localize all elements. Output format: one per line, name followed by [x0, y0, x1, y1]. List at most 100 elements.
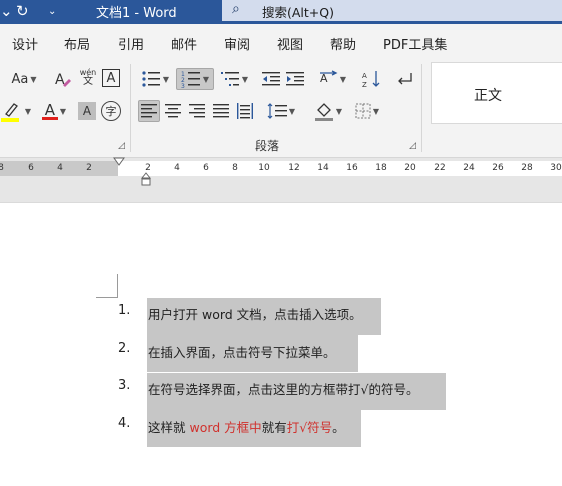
text-run-red: word 方框中 — [189, 420, 262, 435]
character-border-button[interactable]: A — [102, 69, 120, 87]
clear-formatting-button[interactable]: A — [52, 68, 74, 90]
highlight-button[interactable]: ▼ — [0, 100, 32, 122]
svg-text:Z: Z — [362, 81, 367, 88]
shading-button[interactable]: ▼ — [310, 100, 346, 122]
tab-design[interactable]: 设计 — [12, 34, 38, 53]
align-left-icon — [141, 104, 157, 118]
ribbon-separator — [130, 64, 131, 152]
ruler-number: 24 — [463, 163, 475, 173]
line-spacing-button[interactable]: ▼ — [264, 100, 298, 122]
menu-arrow-icon[interactable]: ⌄ — [0, 2, 13, 20]
phonetic-guide-bottom: 文 — [83, 76, 93, 87]
align-right-button[interactable] — [186, 100, 208, 122]
ruler-number: 16 — [346, 163, 358, 173]
sort-icon: A Z — [362, 71, 380, 88]
phonetic-guide-button[interactable]: wén 文 — [78, 66, 98, 88]
show-marks-button[interactable] — [392, 68, 416, 90]
list-number: 1. — [118, 303, 131, 318]
ruler-number: 28 — [521, 163, 533, 173]
font-dialog-launcher-icon[interactable]: ◿ — [118, 141, 125, 151]
tab-review[interactable]: 审阅 — [224, 34, 250, 53]
clear-formatting-icon: A — [55, 72, 71, 88]
paragraph-dialog-launcher-icon[interactable]: ◿ — [409, 141, 416, 151]
text-direction-button[interactable]: A ▼ — [314, 68, 350, 90]
chevron-down-icon: ▼ — [241, 74, 249, 84]
style-gallery-normal[interactable]: 正文 — [431, 62, 562, 124]
tab-mailings[interactable]: 邮件 — [171, 34, 197, 53]
horizontal-ruler[interactable]: 8 6 4 2 2 4 6 8 10 12 14 16 18 20 22 24 … — [0, 158, 562, 180]
paragraph-mark-icon — [398, 73, 412, 85]
search-icon: ⌕ — [232, 1, 240, 17]
ribbon-tabs: 设计 布局 引用 邮件 审阅 视图 帮助 PDF工具集 — [0, 24, 562, 60]
change-case-label: Aa — [11, 71, 29, 87]
align-center-button[interactable] — [162, 100, 184, 122]
borders-icon — [355, 103, 371, 119]
highlighter-icon — [0, 103, 19, 122]
list-item-text[interactable]: 用户打开 word 文档，点击插入选项。 — [148, 304, 362, 323]
bullets-button[interactable]: ▼ — [138, 68, 172, 90]
list-item-text[interactable]: 在符号选择界面，点击这里的方框带打√的符号。 — [148, 379, 418, 398]
first-line-indent-marker[interactable] — [113, 157, 125, 167]
increase-indent-icon — [286, 72, 304, 86]
search-box[interactable]: ⌕ 搜索(Alt+Q) — [222, 0, 562, 21]
align-left-button[interactable] — [138, 100, 160, 122]
tab-layout[interactable]: 布局 — [64, 34, 90, 53]
numbered-list-icon: 1 2 3 — [181, 71, 200, 88]
justify-icon — [213, 104, 229, 118]
list-item-text[interactable]: 这样就 word 方框中就有打√符号。 — [148, 417, 345, 436]
redo-icon[interactable]: ↻ — [16, 2, 29, 20]
text-run-red: 打√符号 — [286, 420, 333, 435]
ribbon-separator — [421, 64, 422, 152]
quick-access-dropdown-icon[interactable]: ⌄ — [48, 6, 56, 17]
align-center-icon — [165, 104, 181, 118]
tab-help[interactable]: 帮助 — [330, 34, 356, 53]
font-color-button[interactable]: A ▼ — [38, 100, 70, 122]
chevron-down-icon: ▼ — [24, 106, 32, 116]
font-color-bar — [41, 116, 58, 120]
chevron-down-icon: ▼ — [372, 106, 380, 116]
tab-pdf-tools[interactable]: PDF工具集 — [383, 34, 447, 53]
list-number: 4. — [118, 416, 131, 431]
multilevel-list-icon — [220, 72, 239, 86]
svg-text:A: A — [320, 72, 328, 85]
tab-view[interactable]: 视图 — [277, 34, 303, 53]
list-item-text[interactable]: 在插入界面，点击符号下拉菜单。 — [148, 342, 336, 361]
list-number: 3. — [118, 378, 131, 393]
chevron-down-icon: ▼ — [30, 74, 37, 84]
borders-button[interactable]: ▼ — [350, 100, 384, 122]
ruler-number: 12 — [288, 163, 300, 173]
ruler-number: 6 — [28, 163, 34, 173]
bullet-list-icon — [142, 71, 160, 87]
decrease-indent-button[interactable] — [260, 68, 282, 90]
enclose-characters-button[interactable]: 字 — [101, 101, 121, 121]
tab-references[interactable]: 引用 — [118, 34, 144, 53]
hanging-indent-marker[interactable] — [141, 172, 151, 186]
justify-button[interactable] — [210, 100, 232, 122]
svg-text:A: A — [55, 72, 65, 88]
svg-text:A: A — [362, 72, 367, 80]
distributed-button[interactable] — [234, 100, 256, 122]
align-right-icon — [189, 104, 205, 118]
multilevel-list-button[interactable]: ▼ — [218, 68, 250, 90]
ruler-number: 20 — [404, 163, 416, 173]
ruler-number: 14 — [317, 163, 329, 173]
ruler-number: 22 — [434, 163, 446, 173]
enclose-characters-label: 字 — [105, 105, 117, 118]
paint-bucket-icon — [314, 103, 333, 121]
paragraph-group-label: 段落 — [255, 139, 280, 153]
numbering-button[interactable]: 1 2 3 ▼ — [176, 68, 214, 90]
ruler-number: 6 — [203, 163, 209, 173]
font-color-letter: A — [44, 100, 56, 119]
ribbon: Aa ▼ A wén 文 A ▼ A ▼ A 字 ▼ 1 2 3 ▼ ▼ A ▼… — [0, 60, 562, 158]
ruler-number: 18 — [375, 163, 387, 173]
chevron-down-icon: ▼ — [59, 106, 67, 116]
change-case-button[interactable]: Aa ▼ — [8, 68, 40, 90]
text-run: 这样就 — [148, 420, 190, 435]
ruler-number: 8 — [232, 163, 238, 173]
line-spacing-icon — [267, 103, 287, 119]
sort-button[interactable]: A Z — [360, 68, 384, 90]
document-title: 文档1 - Word — [96, 6, 177, 21]
increase-indent-button[interactable] — [284, 68, 306, 90]
text-run: 就有 — [261, 420, 287, 435]
character-shading-button[interactable]: A — [78, 102, 96, 120]
